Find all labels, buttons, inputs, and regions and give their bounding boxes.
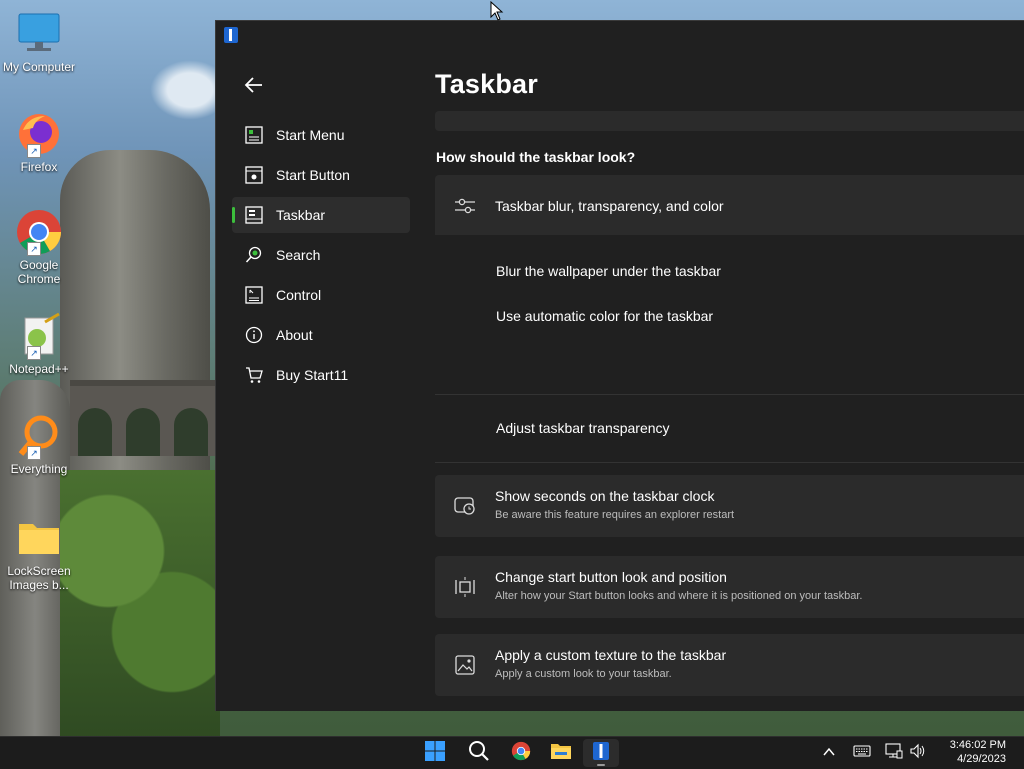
chevron-up-icon[interactable] [822,745,836,764]
file-explorer-icon [550,741,572,766]
nav-item-about[interactable]: About [232,317,410,353]
start11-logo-icon [224,27,238,43]
search-icon [244,245,264,265]
settings-content: Taskbar How should the taskbar look? Tas… [435,21,1024,711]
back-arrow-icon[interactable] [242,73,266,97]
taskbar-search-button[interactable] [461,739,497,767]
desktop-icon-label: Firefox [20,160,58,174]
image-icon [454,654,476,676]
blur-wallpaper-option[interactable]: Blur the wallpaper under the taskbar [496,263,721,279]
chrome-icon: ↗ [15,208,63,256]
nav-item-label: Control [276,287,322,303]
taskbar-clock[interactable]: 3:46:02 PM 4/29/2023 [950,738,1006,766]
wallpaper-trees [60,470,220,740]
bridge-arch [126,408,160,456]
desktop-icon-label: My Computer [2,60,76,74]
custom-texture-card[interactable]: Apply a custom texture to the taskbar Ap… [435,634,1024,696]
card-title: Show seconds on the taskbar clock [495,488,715,504]
adjust-transparency-label: Adjust taskbar transparency [496,420,670,436]
position-icon [454,576,476,598]
nav-item-control[interactable]: Control [232,277,410,313]
desktop-icon-label: Everything [10,462,68,476]
sliders-icon [454,195,476,217]
start-button-position-card[interactable]: Change start button look and position Al… [435,556,1024,618]
card-subtitle: Be aware this feature requires an explor… [495,509,735,521]
windows-start-icon [424,740,446,767]
search-icon [468,740,490,767]
taskbar: 3:46:02 PM 4/29/2023 [0,736,1024,769]
desktop-icon-my-computer[interactable]: My Computer [2,10,76,74]
firefox-icon: ↗ [15,110,63,158]
shortcut-arrow-icon: ↗ [27,446,41,460]
taskbar-icon [244,205,264,225]
sidebar-nav: Start Menu Start Button Taskbar Search C… [232,117,410,397]
folder-icon [15,514,63,562]
everything-search-icon: ↗ [15,412,63,460]
clock-time: 3:46:02 PM [949,739,1006,751]
nav-item-start-button[interactable]: Start Button [232,157,410,193]
notepadpp-icon: ↗ [15,312,63,360]
section-heading: How should the taskbar look? [436,149,636,165]
card-title: Change start button look and position [495,569,727,585]
shortcut-arrow-icon: ↗ [27,144,41,158]
windows-start-button[interactable] [417,739,453,767]
desktop-icon-lockscreen-folder[interactable]: LockScreen Images b... [2,514,76,592]
nav-item-start-menu[interactable]: Start Menu [232,117,410,153]
mouse-cursor-icon [490,0,504,26]
automatic-color-option[interactable]: Use automatic color for the taskbar [496,308,713,324]
nav-item-label: Taskbar [276,207,326,223]
keyboard-icon[interactable] [853,743,871,764]
nav-item-buy-start11[interactable]: Buy Start11 [232,357,410,393]
start-menu-icon [244,125,264,145]
chrome-icon [511,741,531,766]
card-title: Apply a custom texture to the taskbar [495,647,727,663]
desktop-icon-notepadpp[interactable]: ↗ Notepad++ [2,312,76,376]
start11-icon [592,741,610,766]
network-icon[interactable] [885,743,903,764]
cart-icon [244,365,264,385]
desktop-icon-firefox[interactable]: ↗ Firefox [2,110,76,174]
control-icon [244,285,264,305]
bridge-arch [78,408,112,456]
desktop-icon-chrome[interactable]: ↗ Google Chrome [2,208,76,286]
nav-item-taskbar[interactable]: Taskbar [232,197,410,233]
shortcut-arrow-icon: ↗ [27,346,41,360]
clock-date: 4/29/2023 [957,753,1006,765]
settings-card-partial [435,111,1024,131]
clock-icon [454,495,476,517]
info-icon [244,325,264,345]
volume-icon[interactable] [909,743,927,764]
page-title: Taskbar [435,69,538,99]
monitor-icon [15,10,63,58]
blur-transparency-card[interactable]: Taskbar blur, transparency, and color Bl… [435,175,1024,393]
start-button-icon [244,165,264,185]
card-subtitle: Apply a custom look to your taskbar. [495,668,672,680]
bridge-arch [174,408,208,456]
taskbar-file-explorer-button[interactable] [543,739,579,767]
card-title: Taskbar blur, transparency, and color [495,198,724,214]
nav-item-search[interactable]: Search [232,237,410,273]
taskbar-start11-button[interactable] [583,739,619,767]
desktop-icon-label: Google Chrome [17,258,61,286]
transparency-card[interactable]: Adjust taskbar transparency [435,394,1024,463]
shortcut-arrow-icon: ↗ [27,242,41,256]
taskbar-chrome-button[interactable] [503,739,539,767]
card-subtitle: Alter how your Start button looks and wh… [495,590,863,602]
nav-item-label: About [276,327,313,343]
nav-item-label: Search [276,247,321,263]
show-seconds-card[interactable]: Show seconds on the taskbar clock Be awa… [435,475,1024,537]
desktop-icon-everything[interactable]: ↗ Everything [2,412,76,476]
nav-item-label: Start Button [276,167,350,183]
blur-options-panel: Blur the wallpaper under the taskbar Use… [435,235,1024,393]
desktop-icon-label: LockScreen Images b... [7,564,71,592]
desktop-icon-label: Notepad++ [9,362,69,376]
wallpaper-bridge [70,380,220,456]
nav-item-label: Buy Start11 [276,367,349,383]
start11-window: Start Menu Start Button Taskbar Search C… [215,20,1024,711]
nav-item-label: Start Menu [276,127,345,143]
